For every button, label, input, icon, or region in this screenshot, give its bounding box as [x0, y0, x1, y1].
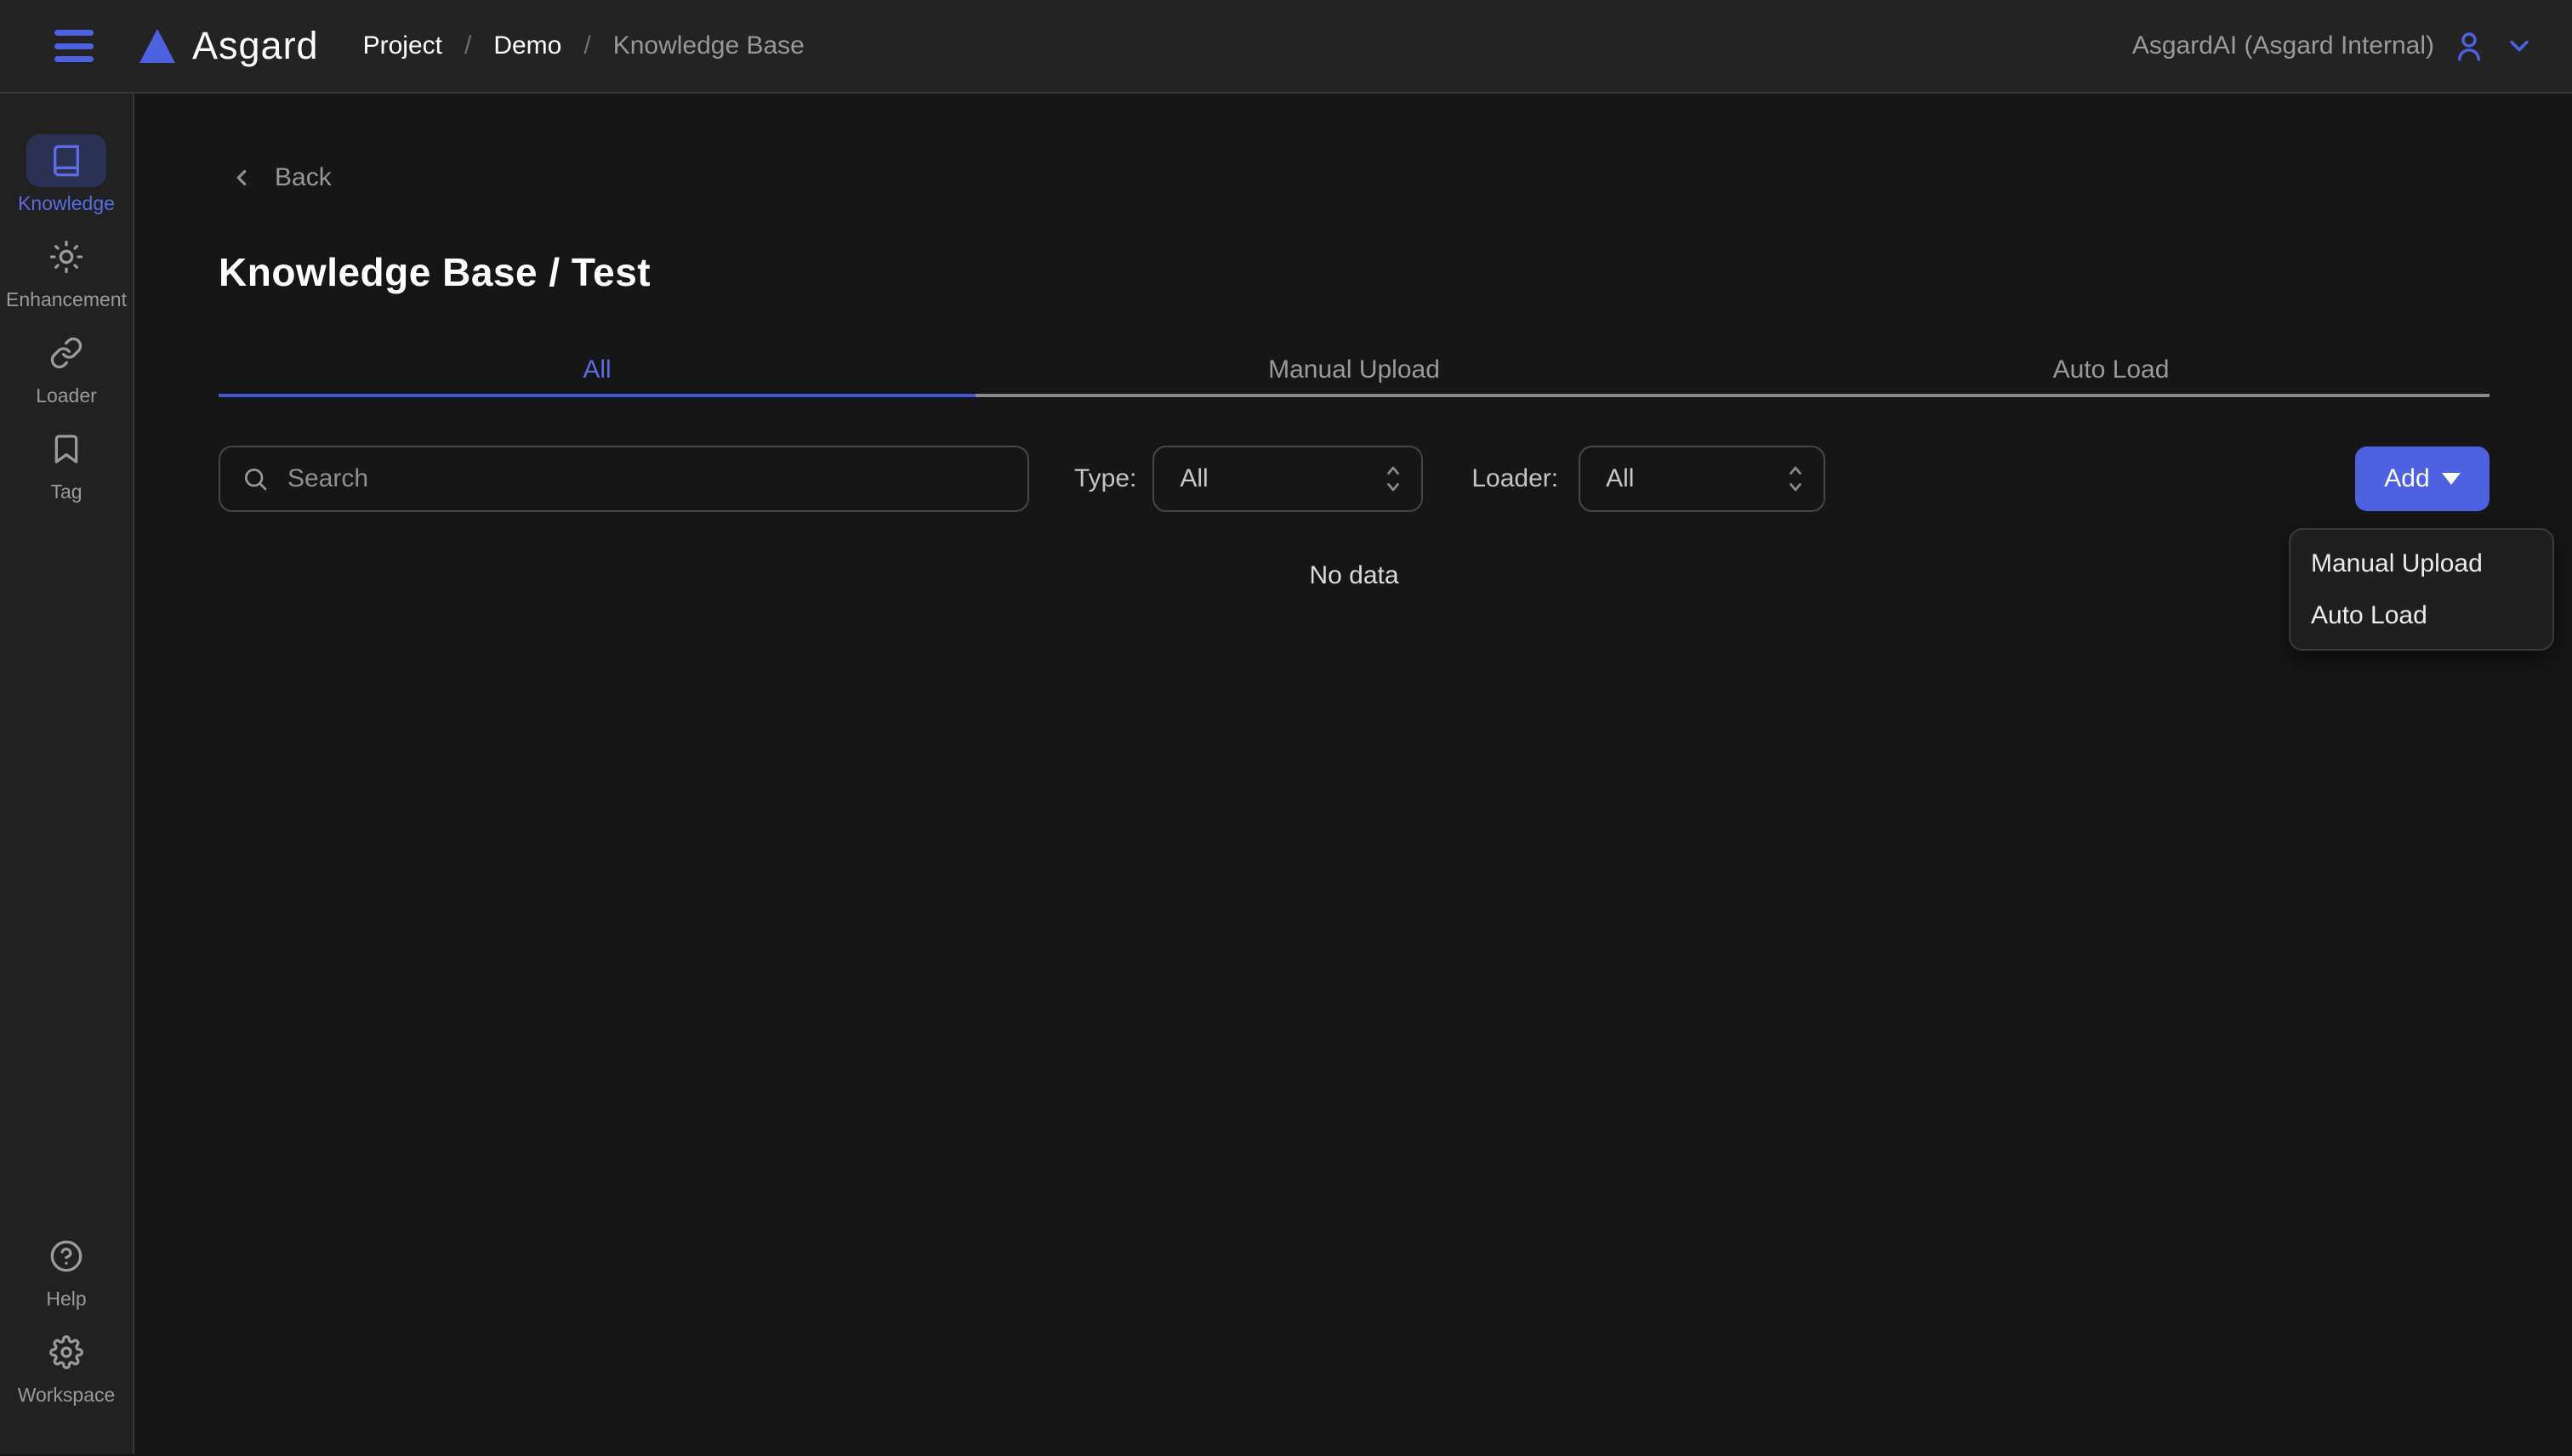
breadcrumb-current: Knowledge Base — [613, 31, 805, 60]
account-name: AsgardAI (Asgard Internal) — [2132, 31, 2434, 60]
filter-row: Type: All Loader: All Add — [219, 446, 2489, 512]
breadcrumb-separator: / — [464, 31, 471, 60]
breadcrumb-demo[interactable]: Demo — [493, 31, 561, 60]
tab-all[interactable]: All — [219, 355, 976, 394]
search-icon — [242, 465, 269, 492]
bookmark-icon — [49, 432, 83, 466]
sidebar-item-enhancement[interactable]: Enhancement — [0, 230, 133, 311]
type-select-value: All — [1180, 464, 1382, 493]
sidebar-item-workspace[interactable]: Workspace — [0, 1326, 133, 1407]
back-label: Back — [275, 163, 332, 192]
select-arrows-icon — [1784, 462, 1807, 496]
loader-filter-label: Loader: — [1471, 464, 1558, 493]
sidebar-item-loader[interactable]: Loader — [0, 327, 133, 407]
sidebar-item-knowledge[interactable]: Knowledge — [0, 134, 133, 215]
sidebar-item-label: Tag — [0, 481, 133, 503]
app-header: Asgard Project / Demo / Knowledge Base A… — [0, 0, 2572, 94]
breadcrumb: Project / Demo / Knowledge Base — [363, 31, 805, 60]
back-button[interactable]: Back — [229, 163, 332, 192]
menu-item-manual-upload[interactable]: Manual Upload — [2290, 537, 2552, 589]
caret-down-icon — [2442, 473, 2461, 485]
add-dropdown-menu: Manual Upload Auto Load — [2289, 528, 2554, 651]
chevron-down-icon[interactable] — [2504, 31, 2535, 61]
sidebar-footer: Help Workspace — [0, 1230, 133, 1407]
add-button[interactable]: Add — [2355, 446, 2489, 511]
user-icon — [2451, 28, 2487, 64]
sidebar-item-label: Knowledge — [0, 192, 133, 215]
tab-underline — [219, 394, 2489, 397]
link-icon — [49, 336, 83, 370]
add-button-label: Add — [2384, 464, 2429, 493]
type-select[interactable]: All — [1152, 446, 1423, 512]
loader-select[interactable]: All — [1579, 446, 1825, 512]
sun-icon — [49, 240, 83, 274]
gear-icon — [49, 1335, 83, 1369]
sidebar-item-label: Workspace — [0, 1384, 133, 1407]
account-menu[interactable]: AsgardAI (Asgard Internal) — [2132, 28, 2535, 64]
breadcrumb-separator: / — [583, 31, 590, 60]
sidebar-item-help[interactable]: Help — [0, 1230, 133, 1311]
tab-bar: All Manual Upload Auto Load — [219, 355, 2489, 397]
search-input[interactable] — [287, 464, 1007, 493]
select-arrows-icon — [1382, 462, 1404, 496]
triangle-logo-icon — [139, 29, 175, 63]
type-filter-label: Type: — [1074, 464, 1136, 493]
main-content: Back Knowledge Base / Test All Manual Up… — [134, 94, 2572, 1454]
loader-select-value: All — [1606, 464, 1784, 493]
app-logo[interactable]: Asgard — [139, 24, 319, 68]
sidebar-item-tag[interactable]: Tag — [0, 423, 133, 503]
chevron-left-icon — [229, 165, 254, 191]
sidebar-item-label: Enhancement — [0, 288, 133, 311]
book-icon — [49, 144, 83, 178]
hamburger-menu-icon[interactable] — [54, 30, 94, 62]
breadcrumb-project[interactable]: Project — [363, 31, 442, 60]
tab-manual-upload[interactable]: Manual Upload — [976, 355, 1733, 394]
sidebar-item-label: Help — [0, 1288, 133, 1311]
logo-text: Asgard — [192, 24, 319, 68]
help-circle-icon — [49, 1239, 83, 1273]
empty-state-text: No data — [219, 561, 2489, 590]
tab-auto-load[interactable]: Auto Load — [1733, 355, 2489, 394]
sidebar-item-label: Loader — [0, 384, 133, 407]
sidebar: Knowledge Enhancement Loader — [0, 94, 134, 1454]
search-box — [219, 446, 1029, 512]
menu-item-auto-load[interactable]: Auto Load — [2290, 589, 2552, 641]
page-title: Knowledge Base / Test — [219, 250, 2489, 295]
